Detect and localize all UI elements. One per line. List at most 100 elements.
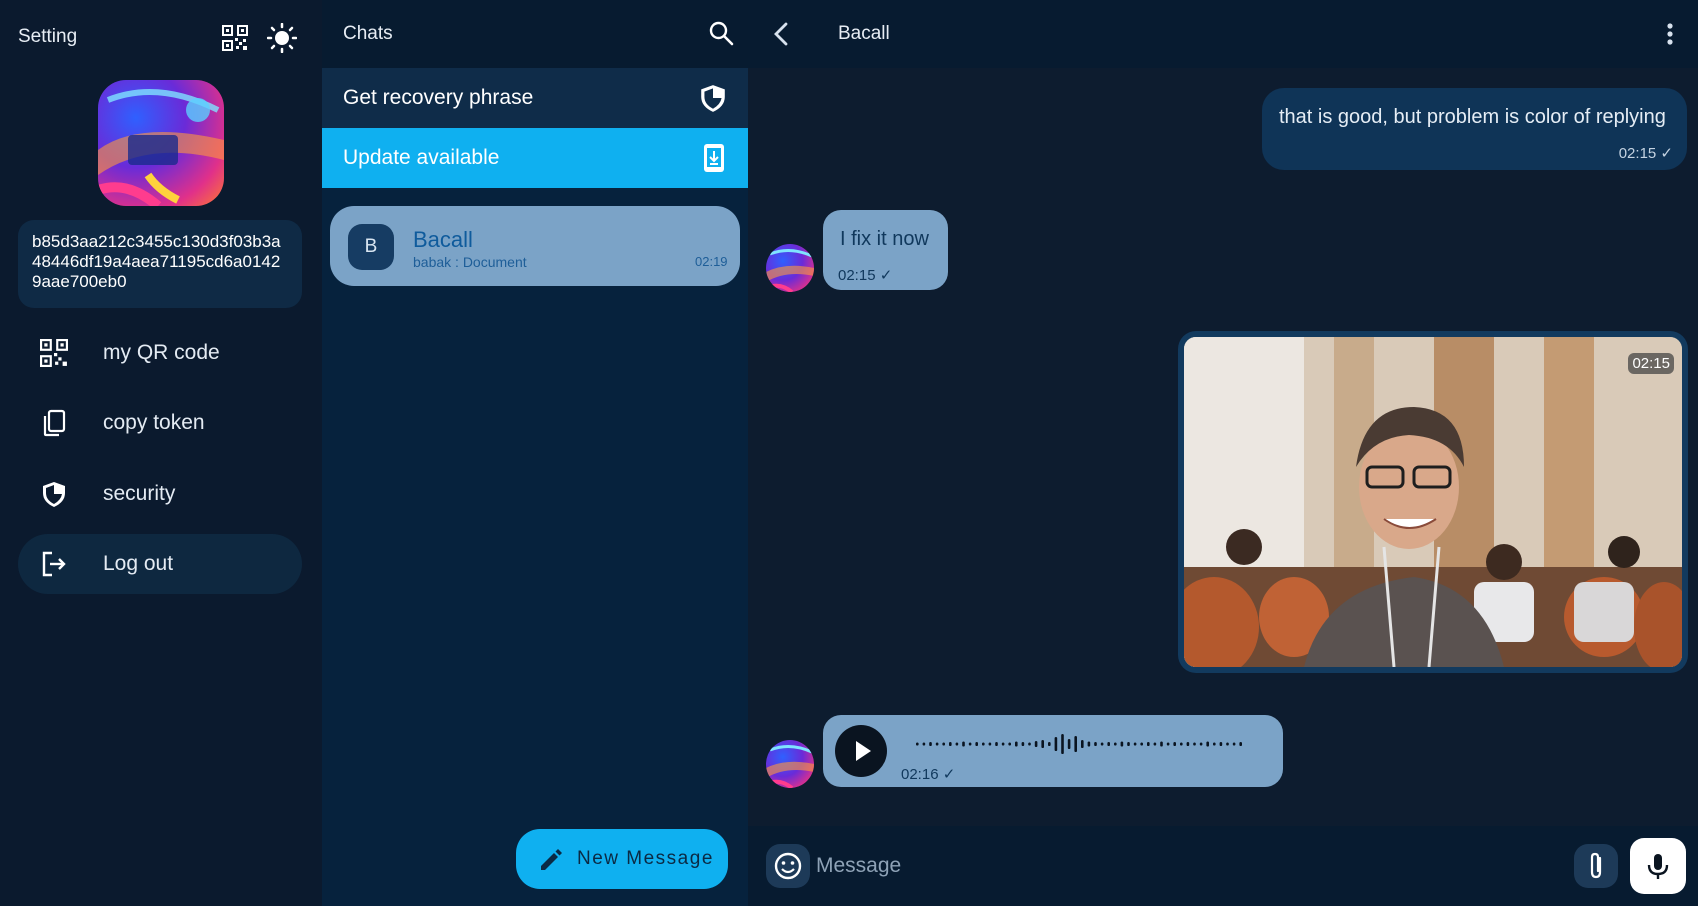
menu-item-label: my QR code: [103, 341, 220, 364]
voice-message-incoming[interactable]: 02:16 ✓: [823, 715, 1283, 787]
pencil-icon: [538, 846, 564, 872]
waveform-bar: [1180, 742, 1183, 746]
message-meta: 02:15 ✓: [1618, 145, 1673, 162]
waveform-bar: [1186, 742, 1190, 746]
shield-icon: [698, 83, 728, 113]
waveform-bar: [1153, 742, 1157, 746]
waveform-bar: [1226, 742, 1229, 746]
waveform-bar: [1199, 742, 1203, 746]
settings-panel: Setting b85d3aa212c3455c130d3f03b3a48446…: [0, 0, 322, 906]
back-arrow-icon[interactable]: [768, 20, 796, 48]
waveform-bar: [1166, 742, 1170, 746]
profile-avatar[interactable]: [98, 80, 224, 206]
qr-code-icon: [40, 339, 68, 367]
waveform-bar: [988, 742, 992, 746]
waveform-bar: [968, 742, 972, 746]
conversation-title: Bacall: [838, 23, 890, 44]
conversation-panel: Bacall that is good, but problem is colo…: [748, 0, 1698, 906]
voice-waveform[interactable]: [915, 729, 1245, 759]
waveform-bar: [1114, 742, 1117, 746]
waveform-bar: [1239, 742, 1242, 746]
waveform-bar: [1041, 740, 1044, 748]
shield-icon: [40, 480, 68, 508]
waveform-bar: [1193, 742, 1196, 746]
shared-photo[interactable]: 02:15: [1184, 337, 1682, 667]
new-message-label: New Message: [577, 848, 714, 869]
message-meta: 02:15 ✓: [838, 267, 893, 284]
waveform-bar: [995, 742, 998, 746]
play-icon[interactable]: [835, 725, 887, 777]
new-message-button[interactable]: New Message: [516, 829, 728, 889]
qr-code-icon[interactable]: [222, 25, 248, 51]
menu-item-label: copy token: [103, 411, 205, 434]
menu-item-copy-token[interactable]: copy token: [18, 393, 302, 453]
chat-avatar: B: [348, 224, 394, 270]
waveform-bar: [1034, 741, 1038, 747]
message-bubble-incoming[interactable]: I fix it now 02:15 ✓: [823, 210, 948, 290]
message-composer: [748, 826, 1698, 906]
sender-avatar[interactable]: [766, 740, 814, 788]
copy-icon: [40, 409, 68, 437]
chat-name: Bacall: [413, 227, 473, 252]
recovery-phrase-label: Get recovery phrase: [343, 86, 534, 109]
chat-time: 02:19: [695, 254, 728, 269]
emoji-icon[interactable]: [766, 844, 810, 888]
waveform-bar: [1100, 742, 1104, 746]
waveform-bar: [942, 742, 945, 746]
waveform-bar: [929, 742, 932, 746]
update-available-label: Update available: [343, 146, 500, 169]
menu-item-security[interactable]: security: [18, 464, 302, 524]
menu-item-log-out[interactable]: Log out: [18, 534, 302, 594]
logout-icon: [40, 550, 68, 578]
waveform-bar: [1219, 742, 1223, 746]
waveform-bar: [1213, 742, 1216, 746]
chat-list-item[interactable]: B Bacall babak : Document 02:19: [330, 206, 740, 286]
menu-item-label: Log out: [103, 552, 174, 575]
settings-title: Setting: [18, 26, 78, 47]
waveform-bar: [1028, 742, 1031, 746]
waveform-bar: [1067, 739, 1071, 749]
attachment-icon[interactable]: [1574, 844, 1618, 888]
search-icon[interactable]: [708, 20, 734, 46]
waveform-bar: [1133, 742, 1137, 746]
brightness-icon[interactable]: [266, 22, 298, 54]
sender-avatar[interactable]: [766, 244, 814, 292]
waveform-bar: [1173, 742, 1176, 746]
photo-timestamp: 02:15: [1628, 353, 1674, 374]
more-vert-icon[interactable]: [1664, 20, 1676, 48]
waveform-bar: [1232, 742, 1236, 746]
waveform-bar: [1054, 737, 1058, 751]
chats-title: Chats: [343, 23, 393, 44]
waveform-bar: [982, 742, 985, 746]
waveform-bar: [1107, 742, 1110, 746]
waveform-bar: [1008, 742, 1011, 746]
waveform-bar: [962, 741, 965, 747]
update-available-banner[interactable]: Update available: [322, 128, 748, 188]
waveform-bar: [1087, 741, 1091, 747]
waveform-bar: [1120, 741, 1124, 747]
waveform-bar: [949, 742, 952, 746]
message-text: that is good, but problem is color of re…: [1279, 106, 1666, 128]
message-bubble-outgoing[interactable]: that is good, but problem is color of re…: [1262, 88, 1687, 170]
microphone-icon[interactable]: [1630, 838, 1686, 894]
waveform-bar: [1140, 742, 1143, 746]
message-meta: 02:16 ✓: [901, 766, 956, 783]
waveform-bar: [1127, 742, 1130, 746]
waveform-bar: [1021, 742, 1025, 746]
waveform-bar: [935, 742, 939, 746]
waveform-bar: [916, 742, 919, 746]
chats-panel: Chats Get recovery phrase Update availab…: [322, 0, 748, 906]
menu-item-my-qr-code[interactable]: my QR code: [18, 323, 302, 383]
download-phone-icon: [702, 143, 726, 173]
waveform-bar: [975, 742, 978, 746]
token-text[interactable]: b85d3aa212c3455c130d3f03b3a48446df19a4ae…: [18, 220, 302, 308]
conversation-header: Bacall: [748, 0, 1698, 68]
message-input[interactable]: [816, 846, 1416, 886]
waveform-bar: [1147, 742, 1150, 746]
waveform-bar: [1001, 742, 1005, 746]
message-image-outgoing[interactable]: 02:15: [1178, 331, 1688, 673]
recovery-phrase-banner[interactable]: Get recovery phrase: [322, 68, 748, 128]
waveform-bar: [1094, 742, 1097, 746]
chat-preview: babak : Document: [413, 254, 527, 270]
waveform-bar: [1081, 740, 1084, 748]
